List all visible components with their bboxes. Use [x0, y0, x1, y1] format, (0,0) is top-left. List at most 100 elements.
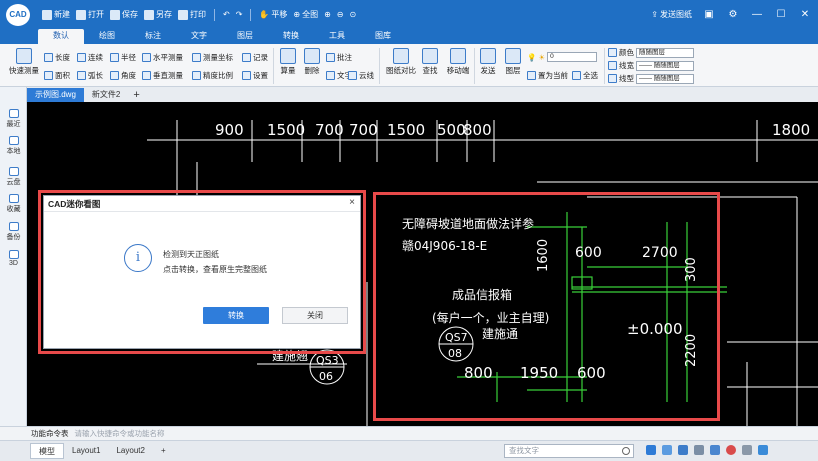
layer-button[interactable]: 图层 — [502, 48, 524, 76]
tab-library[interactable]: 图库 — [360, 29, 406, 44]
maximize-button[interactable]: ☐ — [774, 8, 788, 22]
color-icon[interactable] — [726, 445, 736, 455]
backup-icon — [8, 222, 19, 231]
cloud-line-button[interactable]: 云线 — [348, 70, 374, 81]
tab-layer[interactable]: 图层 — [222, 29, 268, 44]
zoom-out-button[interactable]: ⊖ — [337, 10, 344, 19]
dim-2200: 2200 — [684, 334, 699, 367]
command-list-button[interactable]: 功能命令表 — [27, 428, 73, 439]
sidebar-item-recent[interactable]: 最近 — [0, 109, 27, 129]
delete-button[interactable]: 删除 — [301, 48, 323, 76]
doc-tab-new[interactable]: 新文件2 — [84, 88, 128, 102]
sidebar-item-local[interactable]: 本地 — [0, 136, 27, 156]
settings-button[interactable]: ⚙ — [726, 8, 740, 22]
doc-tab-sample[interactable]: 示例图.dwg — [27, 88, 84, 102]
vertical-measure-button[interactable]: 垂直测量 — [142, 70, 183, 81]
new-button[interactable]: 新建 — [42, 9, 70, 20]
dim-text: 1500 — [387, 121, 425, 139]
toolbar-divider — [250, 8, 252, 21]
compare-button[interactable]: 图纸对比 — [383, 48, 419, 76]
status-icons — [646, 445, 768, 455]
arc-icon — [77, 71, 86, 80]
minimize-button[interactable]: — — [750, 8, 764, 22]
pan-button[interactable]: ✋ 平移 — [259, 9, 287, 20]
color-dropdown[interactable]: 颜色 随随图层 — [608, 47, 694, 58]
add-tab-button[interactable]: + — [128, 88, 144, 102]
send-button[interactable]: 发送 — [477, 48, 499, 76]
layer-dropdown[interactable]: 💡 ☀ 0 — [527, 52, 598, 62]
record-button[interactable]: 记录 — [242, 52, 268, 63]
linetype-dropdown[interactable]: 线型 —— 随随图层 — [608, 73, 694, 84]
gear-icon — [242, 71, 251, 80]
measure-icon[interactable] — [694, 445, 704, 455]
sidebar-item-3d[interactable]: 3D — [0, 250, 27, 267]
dialog-close-button[interactable]: × — [349, 197, 355, 208]
save-button[interactable]: 保存 — [110, 9, 138, 20]
dialog-title: CAD迷你看图 — [44, 196, 360, 212]
sidebar-item-favorites[interactable]: 收藏 — [0, 194, 27, 214]
tab-layout1[interactable]: Layout1 — [64, 443, 108, 459]
tab-tools[interactable]: 工具 — [314, 29, 360, 44]
window-controls: ⇪ 发送图纸 ▣ ⚙ — ☐ ✕ — [651, 0, 812, 29]
quick-measure-button[interactable]: 快速测量 — [5, 48, 43, 76]
precision-scale-button[interactable]: 精度比例 — [192, 70, 233, 81]
annotate-button[interactable]: 批注 — [326, 52, 352, 63]
angle-button[interactable]: 角度 — [110, 70, 136, 81]
command-bar: 功能命令表 请输入快捷命令或功能名称 — [27, 426, 818, 440]
tab-text[interactable]: 文字 — [176, 29, 222, 44]
mailbox-note: (每户一个，业主自理) — [432, 310, 549, 325]
horizontal-measure-icon — [142, 53, 151, 62]
mobile-button[interactable]: 移动端 — [444, 48, 472, 76]
continuous-button[interactable]: 连续 — [77, 52, 103, 63]
area-button[interactable]: 面积 — [44, 70, 70, 81]
tab-dimension[interactable]: 标注 — [130, 29, 176, 44]
open-button[interactable]: 打开 — [76, 9, 104, 20]
hatch-icon[interactable] — [710, 445, 720, 455]
linewidth-dropdown[interactable]: 线宽 —— 随随图层 — [608, 60, 694, 71]
fullscreen-icon[interactable] — [758, 445, 768, 455]
skin-button[interactable]: ▣ — [702, 8, 716, 22]
find-text-input[interactable]: 查找文字 — [504, 444, 634, 458]
tab-layout2[interactable]: Layout2 — [108, 443, 152, 459]
horizontal-measure-button[interactable]: 水平测量 — [142, 52, 183, 63]
tab-convert[interactable]: 转换 — [268, 29, 314, 44]
tab-model[interactable]: 模型 — [30, 443, 64, 459]
calc-button[interactable]: 算量 — [277, 48, 299, 76]
radius-button[interactable]: 半径 — [110, 52, 136, 63]
command-bar-gutter — [0, 426, 27, 440]
length-button[interactable]: 长度 — [44, 52, 70, 63]
sidebar-item-backup[interactable]: 备份 — [0, 222, 27, 242]
set-current-button[interactable]: 置为当前 — [527, 70, 568, 81]
tab-view[interactable]: 数认 — [38, 29, 84, 44]
sun-icon: ☀ — [538, 52, 546, 62]
undo-button[interactable]: ↶ — [223, 10, 230, 19]
close-button[interactable]: 关闭 — [282, 307, 348, 324]
mobile-icon — [450, 48, 466, 64]
save-as-button[interactable]: 另存 — [144, 9, 172, 20]
background-icon[interactable] — [742, 445, 752, 455]
command-input[interactable]: 请输入快捷命令或功能名称 — [75, 428, 165, 439]
zoom-extents-button[interactable]: ⊕ 全图 — [293, 9, 318, 20]
tab-draw[interactable]: 绘图 — [84, 29, 130, 44]
snap-icon[interactable] — [646, 445, 656, 455]
qs7-symbol: QS7 08 — [438, 326, 474, 362]
zoom-in-icon: ⊕ — [324, 10, 331, 19]
find-button[interactable]: 查找 — [419, 48, 441, 76]
redo-button[interactable]: ↷ — [236, 10, 243, 19]
zoom-window-button[interactable]: ⊙ — [349, 10, 356, 19]
zoom-in-button[interactable]: ⊕ — [324, 10, 331, 19]
close-window-button[interactable]: ✕ — [798, 8, 812, 22]
settings-ribbon-button[interactable]: 设置 — [242, 70, 268, 81]
grid-icon[interactable] — [662, 445, 672, 455]
add-layout-button[interactable]: + — [153, 443, 174, 459]
dim-600: 600 — [575, 245, 602, 261]
convert-button[interactable]: 转换 — [203, 307, 269, 324]
send-drawing-button[interactable]: ⇪ 发送图纸 — [651, 9, 692, 20]
left-sidebar: 最近 本地 云盘 收藏 备份 3D — [0, 87, 27, 426]
sidebar-item-cloud[interactable]: 云盘 — [0, 167, 27, 187]
measure-coord-button[interactable]: 测量坐标 — [192, 52, 233, 63]
print-button[interactable]: 打印 — [178, 9, 206, 20]
select-all-button[interactable]: 全选 — [572, 70, 598, 81]
ortho-icon[interactable] — [678, 445, 688, 455]
arc-length-button[interactable]: 弧长 — [77, 70, 103, 81]
